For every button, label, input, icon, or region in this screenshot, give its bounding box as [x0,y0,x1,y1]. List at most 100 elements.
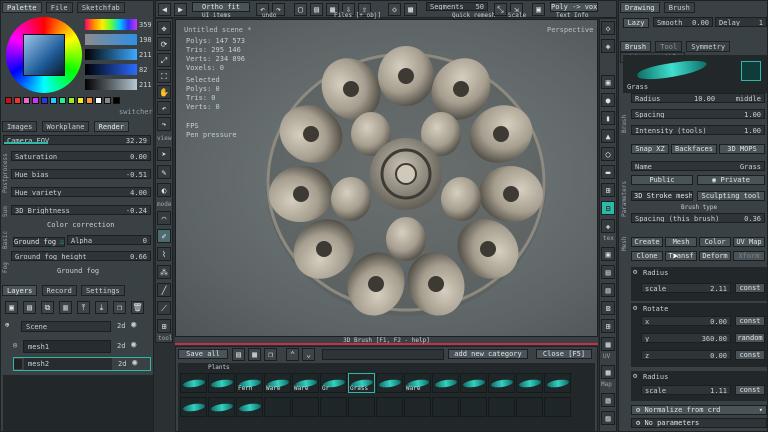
swatch[interactable] [50,97,57,104]
swatch[interactable] [86,97,93,104]
swatch[interactable] [41,97,48,104]
new-layer-icon[interactable]: ▣ [5,301,18,314]
blue-slider[interactable] [85,64,137,75]
saturation-field[interactable]: Saturation 0.00 [11,151,151,161]
rotate-z-mode[interactable]: const [735,350,765,360]
transform-button[interactable]: Transf [665,251,697,261]
line-icon[interactable]: ╱ [157,283,171,297]
swatch[interactable] [104,97,111,104]
tab-symmetry[interactable]: Symmetry [686,41,731,52]
snap-xz-button[interactable]: Snap XZ [631,144,669,154]
brush-thumb-empty[interactable] [516,397,543,417]
open-file-icon[interactable]: ▤ [310,3,323,16]
wire-icon[interactable]: ⊠ [601,301,615,315]
brush-thumb-empty[interactable] [432,397,459,417]
stroke-mesh-button[interactable]: 3D Stroke mesh [631,191,693,201]
stamp-icon[interactable]: ⊞ [157,319,171,333]
const-button[interactable]: const [735,283,765,293]
rotate-y-mode[interactable]: random [735,333,765,343]
brush-thumb[interactable] [432,373,459,393]
uv-tile-icon[interactable]: ▦ [601,337,615,351]
brush-thumb-empty[interactable] [404,397,431,417]
brush-thumb-empty[interactable] [460,397,487,417]
hue-variety-field[interactable]: Hue variety 4.00 [11,187,151,197]
layer-scene[interactable]: ⊕ Scene 2d ◉ [5,320,151,333]
tool-a-icon[interactable]: ◇ [601,21,615,35]
tab-settings[interactable]: Settings [81,285,125,296]
brush2-icon[interactable]: ⌇ [157,247,171,261]
poly-to-vox-button[interactable]: Poly -> vox [550,2,598,12]
fit-icon[interactable]: ⛶ [157,69,171,83]
brush-thumb[interactable] [208,373,235,393]
swatch[interactable] [23,97,30,104]
layer-mesh2[interactable]: mesh2 2d ◉ [13,357,151,371]
active-tool-icon[interactable]: ⊟ [601,201,615,215]
lazy-button[interactable]: Lazy [623,18,649,28]
copy2-icon[interactable]: ❐ [264,348,277,361]
clone-button[interactable]: Clone [631,251,663,261]
scale-button-icon[interactable]: ⤡ [494,3,507,16]
clone-icon[interactable]: ⧉ [41,301,54,314]
camera-fov-field[interactable]: Camera FOV 32.29 [3,135,151,145]
uv-grid-icon[interactable]: ⊞ [601,319,615,333]
deform-button[interactable]: Deform [699,251,731,261]
rotate-z-field[interactable]: z 0.00 [641,350,731,360]
brush-thumb[interactable] [180,397,207,417]
map3-icon[interactable]: ▨ [601,411,615,425]
color-square[interactable] [23,34,65,76]
alpha-color-slider[interactable] [85,79,137,90]
add-category-button[interactable]: add new category [448,349,528,359]
pan-icon[interactable]: ✋ [157,85,171,99]
rotate-y-field[interactable]: y 360.00 [641,333,731,343]
normalize-dropdown[interactable]: ⚙ Normalize from crd ▾ [631,405,767,415]
grid-view-icon[interactable]: ⊞ [601,183,615,197]
undo-icon[interactable]: ↶ [157,101,171,115]
brush-thumb[interactable]: Fern [236,373,263,393]
swatch[interactable] [14,97,21,104]
spacing-this-field[interactable]: Spacing (this brush) 0.36 [631,213,765,223]
ortho-fit-button[interactable]: Ortho fit [192,2,250,12]
tab-render[interactable]: Render [93,121,129,132]
right-arrow-icon[interactable]: ▶ [174,3,187,16]
brush-icon[interactable]: ✎ [157,165,171,179]
save-all-button[interactable]: Save all [178,349,228,359]
tab-drawing[interactable]: Drawing [620,2,660,13]
folder-open-icon[interactable]: ▤ [232,348,245,361]
rotate-x-mode[interactable]: const [735,316,765,326]
ground-fog-button[interactable]: Ground fog ☑ [13,237,65,247]
sculpt-model[interactable] [256,34,556,324]
layer-mesh1[interactable]: ◎ mesh1 2d ◉ [13,340,151,354]
swatch[interactable] [77,97,84,104]
mesh-button[interactable]: Mesh [665,237,697,247]
brush-thumb[interactable] [180,373,207,393]
radius-field[interactable]: Radius 10.00 middle [631,93,765,103]
plane-icon[interactable]: ▬ [601,165,615,179]
brightness-field[interactable]: 3D Brightness -0.24 [11,205,151,215]
hue-slider[interactable] [85,19,137,30]
copy-icon[interactable]: ❐ [113,301,126,314]
hue-bias-field[interactable]: Hue bias -0.51 [11,169,151,179]
close-button[interactable]: Close [F5] [536,349,592,359]
color-button[interactable]: Color [699,237,731,247]
eye-icon[interactable]: ◉ [131,340,136,350]
grab-icon[interactable]: ⌒ [157,211,171,225]
eye-icon[interactable]: ◉ [132,358,137,368]
cone-icon[interactable]: ▲ [601,129,615,143]
brush-thumb-selected[interactable]: Grass [348,373,375,393]
brush-thumb[interactable]: Gr [320,373,347,393]
backfaces-button[interactable]: Backfaces [671,144,717,154]
tab-file[interactable]: File [45,2,73,13]
category-input[interactable] [322,349,444,360]
tab-workplane[interactable]: Workplane [41,121,90,132]
arrow-down-icon[interactable]: ⌄ [302,348,315,361]
cube2-icon[interactable]: ▣ [601,247,615,261]
value-slider[interactable] [85,49,137,60]
spacing-field[interactable]: Spacing 1.00 [631,109,765,119]
merge-icon[interactable]: ▥ [59,301,72,314]
brush-thumb-empty[interactable] [488,397,515,417]
brush-thumb-empty[interactable] [348,397,375,417]
brush-thumb[interactable]: Ware [264,373,291,393]
down-icon[interactable]: ⤓ [95,301,108,314]
tab-palette[interactable]: Palette [2,2,42,13]
cube4-icon[interactable]: ▥ [601,283,615,297]
